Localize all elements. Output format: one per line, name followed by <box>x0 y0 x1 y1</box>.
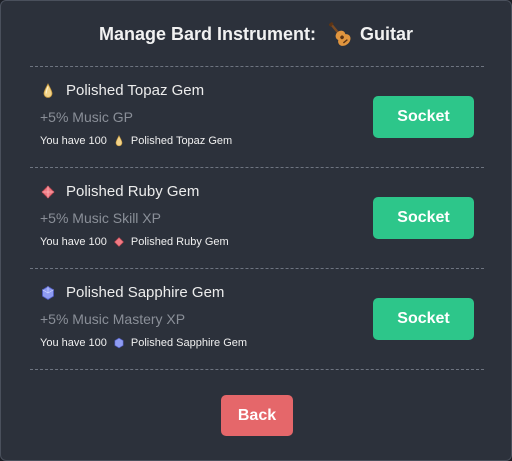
owned-gem-name: Polished Sapphire Gem <box>130 337 248 349</box>
gem-name: Polished Topaz Gem <box>66 82 205 99</box>
gem-owned-count: You have 100 Polished Topaz Gem <box>40 135 232 147</box>
gem-row-sapphire: Polished Sapphire Gem +5% Music Mastery … <box>30 269 484 369</box>
gem-name-row: Polished Ruby Gem <box>40 183 199 200</box>
socket-sapphire-button[interactable]: Socket <box>373 298 474 340</box>
gem-owned-count: You have 100 Polished Ruby Gem <box>40 236 229 248</box>
title-prefix: Manage Bard Instrument: <box>98 23 316 44</box>
gem-effect: +5% Music Mastery XP <box>40 311 186 327</box>
sapphire-gem-icon <box>113 337 125 349</box>
gem-row-topaz: Polished Topaz Gem +5% Music GP You have… <box>30 67 484 167</box>
owned-prefix: You have 100 <box>40 236 107 248</box>
topaz-gem-icon <box>40 82 56 99</box>
owned-gem-name: Polished Ruby Gem <box>130 236 229 248</box>
topaz-gem-icon <box>113 135 125 147</box>
instrument-name: Guitar <box>360 23 414 44</box>
owned-prefix: You have 100 <box>40 337 107 349</box>
modal-title: Manage Bard Instrument: Guitar <box>1 20 511 48</box>
gem-name-row: Polished Sapphire Gem <box>40 284 224 301</box>
owned-prefix: You have 100 <box>40 135 107 147</box>
sapphire-gem-icon <box>40 285 56 301</box>
gem-effect: +5% Music GP <box>40 109 133 125</box>
ruby-gem-icon <box>113 236 125 248</box>
owned-gem-name: Polished Topaz Gem <box>130 135 233 147</box>
gem-name: Polished Ruby Gem <box>66 183 200 200</box>
guitar-icon <box>324 20 354 48</box>
gem-effect: +5% Music Skill XP <box>40 210 161 226</box>
socket-topaz-button[interactable]: Socket <box>373 96 474 138</box>
ruby-gem-icon <box>40 184 56 200</box>
gem-row-ruby: Polished Ruby Gem +5% Music Skill XP You… <box>30 168 484 268</box>
gem-name: Polished Sapphire Gem <box>66 284 225 301</box>
gem-name-row: Polished Topaz Gem <box>40 82 204 99</box>
gem-owned-count: You have 100 Polished Sapphire Gem <box>40 337 247 349</box>
manage-instrument-modal: Manage Bard Instrument: Guitar Polished … <box>0 0 512 461</box>
back-button[interactable]: Back <box>221 395 293 436</box>
divider <box>30 369 484 370</box>
socket-ruby-button[interactable]: Socket <box>373 197 474 239</box>
